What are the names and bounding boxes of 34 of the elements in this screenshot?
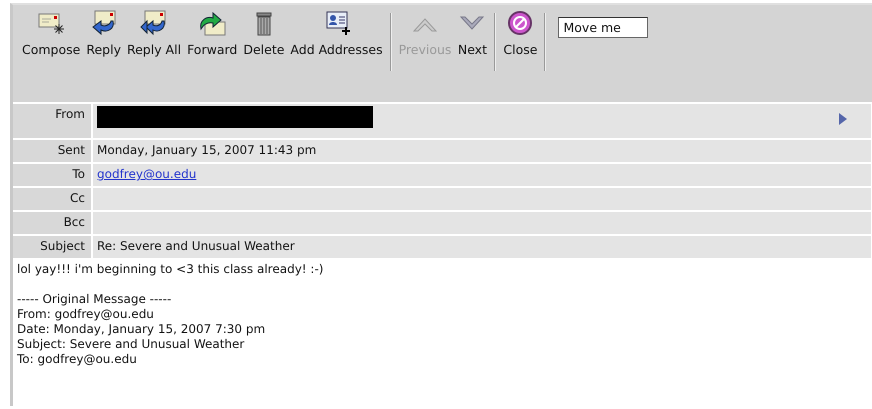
email-link[interactable]: godfrey@ou.edu bbox=[97, 167, 196, 181]
envelope-forward-icon bbox=[200, 12, 226, 36]
delete-button[interactable]: Delete bbox=[240, 9, 288, 57]
header-value: Re: Severe and Unusual Weather bbox=[97, 239, 295, 253]
envelope-reply-icon bbox=[92, 10, 116, 34]
header-label: To bbox=[13, 164, 91, 186]
header-label: Subject bbox=[13, 236, 91, 258]
message-line: To: godfrey@ou.edu bbox=[17, 352, 138, 367]
message-line: lol yay!!! i'm beginning to <3 this class already! :-) bbox=[17, 262, 324, 277]
trash-can-icon bbox=[256, 12, 272, 36]
forward-button[interactable]: Forward bbox=[184, 9, 240, 57]
header-label: Bcc bbox=[13, 212, 91, 234]
reply-all-button[interactable]: Reply All bbox=[124, 9, 184, 57]
next-button[interactable]: Next bbox=[454, 9, 490, 57]
header-label: Sent bbox=[13, 140, 91, 162]
envelope-star-icon bbox=[38, 14, 65, 34]
close-button[interactable]: Close bbox=[500, 9, 540, 57]
message-line: ----- Original Message ----- bbox=[17, 292, 172, 307]
address-card-icon bbox=[326, 12, 350, 36]
message-line: From: godfrey@ou.edu bbox=[17, 307, 155, 322]
down-chevron-icon bbox=[460, 16, 485, 30]
reply-button[interactable]: Reply bbox=[83, 9, 124, 57]
message-line: Date: Monday, January 15, 2007 7:30 pm bbox=[17, 322, 266, 337]
add-addresses-button[interactable]: Add Addresses bbox=[287, 9, 386, 57]
up-chevron-icon bbox=[412, 18, 438, 32]
message-line: Subject: Severe and Unusual Weather bbox=[17, 337, 246, 352]
envelope-reply-all-icon bbox=[140, 10, 166, 34]
header-value: Monday, January 15, 2007 11:43 pm bbox=[97, 143, 316, 157]
expand-triangle-icon[interactable] bbox=[839, 113, 847, 125]
header-label: From bbox=[13, 104, 91, 138]
move-select[interactable]: Move me bbox=[558, 17, 648, 38]
compose-button[interactable]: Compose bbox=[19, 9, 84, 57]
header-label: Cc bbox=[13, 188, 91, 210]
no-entry-icon bbox=[508, 11, 532, 35]
